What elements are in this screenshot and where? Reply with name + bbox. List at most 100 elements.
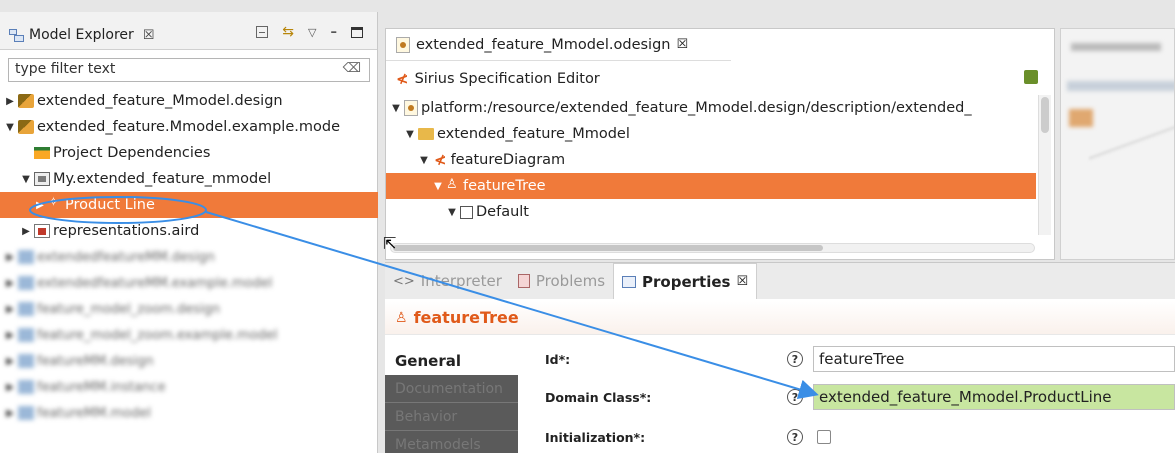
tree-item-representations[interactable]: ▶ representations.aird [0,218,378,244]
maximize-icon[interactable] [351,26,363,38]
tree-item-blurred[interactable]: ▶ featureMM.instance [0,374,378,400]
close-icon[interactable]: ☒ [676,37,688,52]
model-explorer-icon [8,28,24,42]
filter-input[interactable]: type filter text ⌫ [8,58,370,82]
tree-item-example-project[interactable]: ▼ extended_feature.Mmodel.example.mode [0,114,378,140]
tree-description-icon [446,177,460,193]
collapse-arrow-icon[interactable]: ▼ [20,174,32,185]
tree-item-label: representations.aird [53,223,200,239]
tab-properties[interactable]: Properties ☒ [613,263,758,299]
expand-arrow-icon[interactable]: ▶ [4,96,16,107]
editor-header-label: Sirius Specification Editor [414,71,600,87]
tree-item-label: extendedfeatureMM.example.model [37,275,273,291]
side-tab-metamodels[interactable]: Metamodels [385,431,518,453]
bottom-tab-bar: <> Interpreter Problems Properties ☒ [385,263,1175,299]
view-menu-icon[interactable]: ▽ [308,26,316,39]
collapse-arrow-icon[interactable]: ▼ [404,129,416,140]
horizontal-scrollbar[interactable] [390,243,1035,253]
explorer-tab-bar: Model Explorer ☒ ⇆ ▽ – [0,12,377,50]
editor-tree: ▼ platform:/resource/extended_feature_Mm… [386,95,1036,225]
scroll-thumb[interactable] [1041,97,1049,133]
tab-label: Model Explorer [29,27,134,43]
properties-side-tabs: General Documentation Behavior Metamodel… [385,347,518,453]
model-file-icon [34,172,50,186]
tree-item-blurred[interactable]: ▶ feature_model_zoom.design [0,296,378,322]
help-icon[interactable]: ? [787,429,803,445]
collapse-arrow-icon[interactable]: ▼ [4,122,16,133]
tree-item-label: extendedfeatureMM.design [37,249,215,265]
tab-model-explorer[interactable]: Model Explorer ☒ [8,20,154,50]
collapse-arrow-icon[interactable]: ▼ [390,103,402,114]
tab-label: Interpreter [420,272,502,290]
tree-item-label: extended_feature.Mmodel.example.mode [37,119,340,135]
side-tab-documentation[interactable]: Documentation [385,375,518,403]
tree-item-project-dependencies[interactable]: Project Dependencies [0,140,378,166]
tree-item-label: featureMM.design [37,353,154,369]
properties-view: <> Interpreter Problems Properties ☒ ♙ f… [385,262,1175,453]
tree-item-blurred[interactable]: ▶ extendedfeatureMM.design [0,244,378,270]
tree-item-default-layer[interactable]: ▼ Default [386,199,1036,225]
tree-item-feature-diagram[interactable]: ▼ ≮ featureDiagram [386,147,1036,173]
expand-arrow-icon[interactable]: ▶ [20,226,32,237]
tree-item-model-file[interactable]: ▼ My.extended_feature_mmodel [0,166,378,192]
problems-icon [517,274,530,288]
side-tab-behavior[interactable]: Behavior [385,403,518,431]
close-icon[interactable]: ☒ [143,28,155,43]
clear-filter-icon[interactable]: ⌫ [343,61,361,76]
tree-item-feature-tree[interactable]: ▼ featureTree [386,173,1036,199]
validate-icon[interactable] [1024,70,1038,84]
tree-item-design-project[interactable]: ▶ extended_feature_Mmodel.design [0,88,378,114]
tree-item-label: extended_feature_Mmodel [437,126,630,142]
tab-odesign-editor[interactable]: extended_feature_Mmodel.odesign ☒ [386,29,731,61]
product-line-icon [48,195,62,212]
vertical-scrollbar[interactable] [1038,95,1051,235]
collapse-arrow-icon[interactable]: ▼ [446,207,458,218]
expand-arrow-icon[interactable]: ▶ [34,200,46,211]
initialization-label: Initialization*: [545,429,646,445]
id-field[interactable]: featureTree [813,346,1175,372]
tree-item-resource[interactable]: ▼ platform:/resource/extended_feature_Mm… [386,95,1036,121]
project-icon [18,120,34,134]
tree-item-label: Product Line [65,197,155,213]
tab-problems[interactable]: Problems [510,263,613,299]
tree-item-label: Default [476,204,529,220]
odesign-file-icon [396,36,410,53]
tree-item-blurred[interactable]: ▶ extendedfeatureMM.example.model [0,270,378,296]
collapse-arrow-icon[interactable]: ▼ [418,155,430,166]
explorer-tree: ▶ extended_feature_Mmodel.design ▼ exten… [0,88,378,426]
tab-label: Problems [535,272,606,290]
side-tab-general[interactable]: General [385,347,518,375]
link-with-editor-icon[interactable]: ⇆ [282,24,294,40]
tab-interpreter[interactable]: <> Interpreter [385,263,510,299]
model-explorer-view: Model Explorer ☒ ⇆ ▽ – type filter text … [0,12,378,453]
properties-icon [622,275,637,288]
tree-item-label: extended_feature_Mmodel.design [37,93,283,109]
scroll-thumb[interactable] [393,245,823,251]
interpreter-icon: <> [393,273,415,289]
editor-header: ≮ Sirius Specification Editor [386,65,1054,93]
collapse-arrow-icon[interactable]: ▼ [432,181,444,192]
diagram-description-icon: ≮ [434,151,447,169]
properties-title-label: featureTree [413,308,519,327]
collapse-all-icon[interactable] [256,26,269,38]
minimize-icon[interactable]: – [331,25,338,40]
tree-item-label: featureDiagram [450,152,566,168]
tree-item-viewpoint[interactable]: ▼ extended_feature_Mmodel [386,121,1036,147]
domain-class-field[interactable]: extended_feature_Mmodel.ProductLine [813,384,1175,410]
tree-item-blurred[interactable]: ▶ feature_model_zoom.example.model [0,322,378,348]
initialization-checkbox[interactable] [817,430,831,444]
explorer-toolbar: ⇆ ▽ – [256,24,363,40]
close-icon[interactable]: ☒ [736,274,748,289]
tree-item-label: feature_model_zoom.design [37,301,221,317]
tree-item-product-line[interactable]: ▶ Product Line [0,192,378,218]
viewpoint-icon [418,128,434,140]
tree-item-blurred[interactable]: ▶ featureMM.design [0,348,378,374]
tree-item-label: feature_model_zoom.example.model [37,327,278,343]
tree-item-label: featureTree [463,178,546,194]
tree-item-label: featureMM.model [37,405,151,421]
tab-label: extended_feature_Mmodel.odesign [416,36,671,53]
help-icon[interactable]: ? [787,389,803,405]
help-icon[interactable]: ? [787,351,803,367]
tree-item-blurred[interactable]: ▶ featureMM.model [0,400,378,426]
properties-title: ♙ featureTree [385,301,1175,335]
